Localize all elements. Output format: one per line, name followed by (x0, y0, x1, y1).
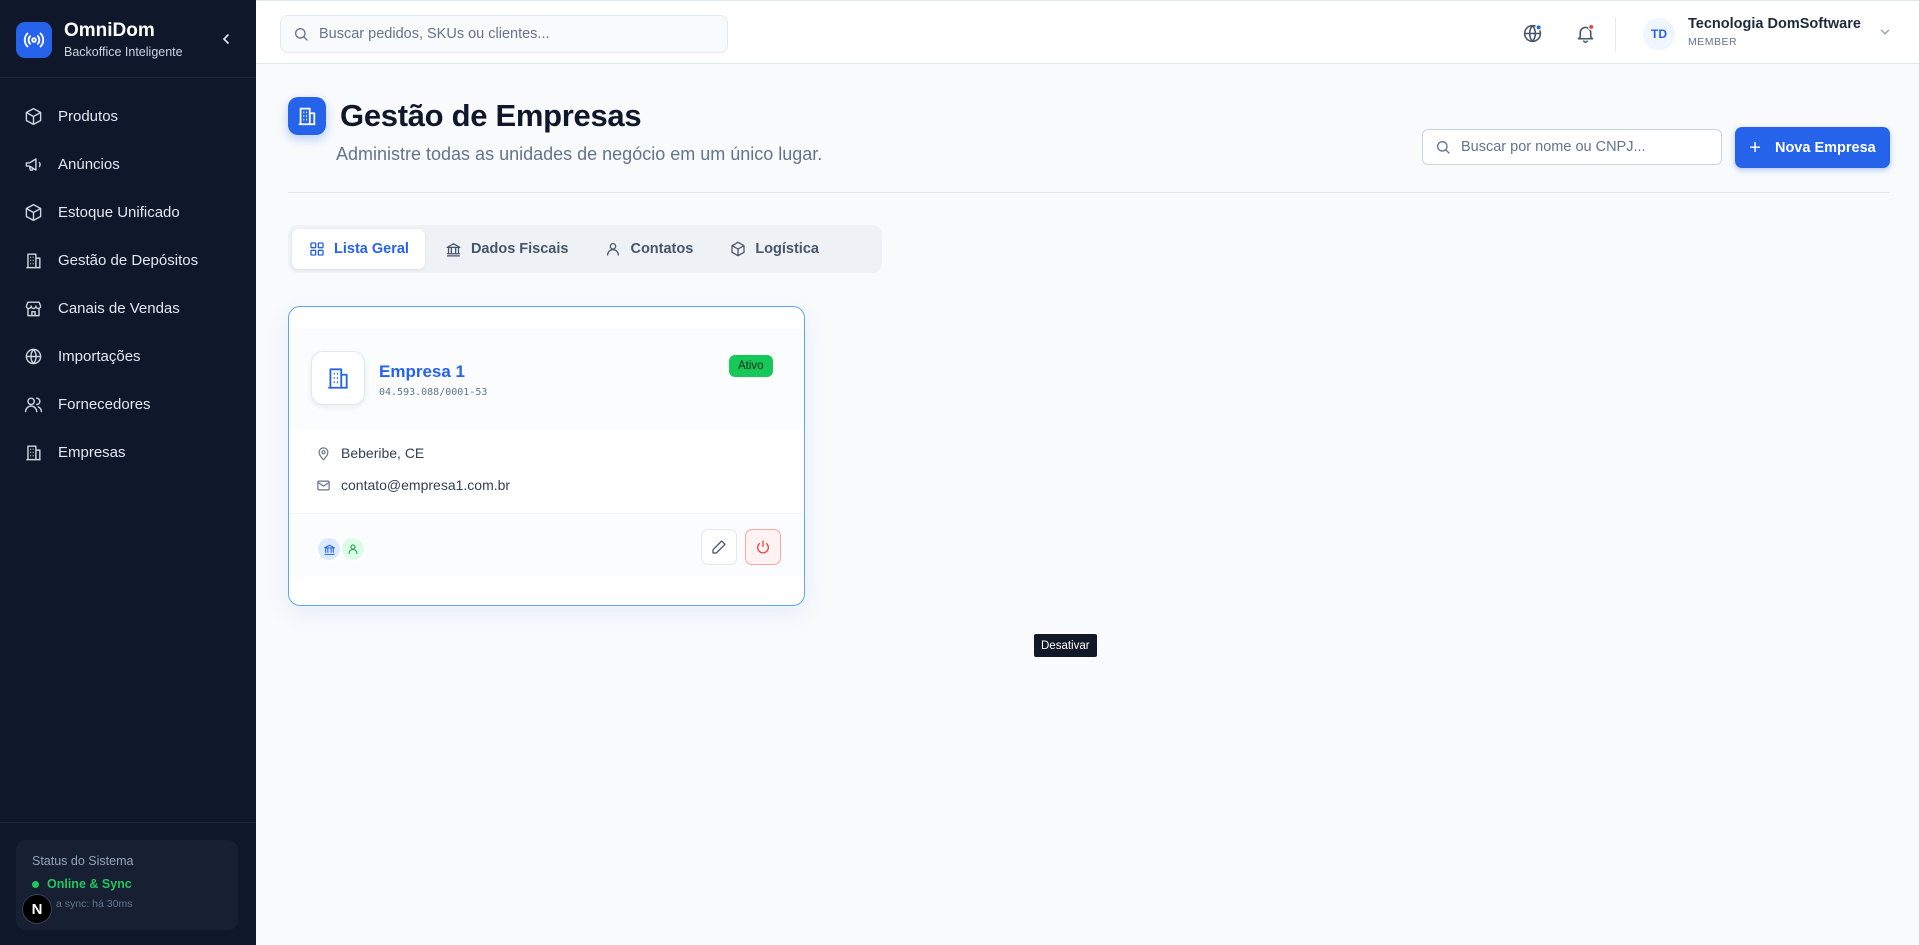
sidebar-item-fornecedores[interactable]: Fornecedores (12, 380, 244, 428)
building-icon (22, 441, 44, 463)
bank-icon (445, 240, 463, 258)
sidebar-item-label: Canais de Vendas (58, 299, 180, 317)
tabs: Lista Geral Dados Fiscais Contatos Logís… (288, 225, 882, 273)
collapse-sidebar-button[interactable] (215, 28, 237, 50)
broadcast-icon (16, 21, 52, 58)
deactivate-button[interactable] (745, 529, 781, 565)
status-dot-icon (32, 880, 39, 888)
users-icon (22, 393, 44, 415)
mail-icon (315, 477, 331, 493)
sidebar-divider (0, 822, 256, 823)
building-icon (288, 97, 326, 135)
sidebar-item-label: Produtos (58, 107, 119, 125)
building-icon (311, 351, 365, 405)
company-name[interactable]: Empresa 1 (379, 362, 465, 382)
user-menu-button[interactable] (1878, 25, 1894, 41)
pencil-icon (712, 540, 726, 554)
company-location: Beberibe, CE (315, 445, 424, 461)
company-card[interactable]: Empresa 1 04.593.088/0001-53 Ativo Beber… (288, 306, 805, 606)
sidebar-item-label: Empresas (58, 443, 126, 461)
building-icon (22, 249, 44, 271)
company-search[interactable] (1422, 129, 1722, 165)
company-search-input[interactable] (1461, 139, 1711, 155)
globe-icon (22, 345, 44, 367)
status-sync-time: a sync: há 30ms (56, 898, 133, 910)
global-search-input[interactable] (319, 26, 699, 42)
sidebar: OmniDom Backoffice Inteligente Produtos … (0, 0, 256, 945)
megaphone-icon (22, 153, 44, 175)
globe-icon (1523, 23, 1542, 42)
sidebar-item-label: Importações (58, 347, 141, 365)
user-icon (348, 544, 358, 555)
user-name[interactable]: Tecnologia DomSoftware (1688, 16, 1861, 32)
sidebar-item-canais-de-vendas[interactable]: Canais de Vendas (12, 284, 244, 332)
sidebar-item-produtos[interactable]: Produtos (12, 92, 244, 140)
map-pin-icon (315, 445, 331, 461)
status-title: Status do Sistema (32, 854, 134, 868)
sidebar-item-label: Anúncios (58, 155, 120, 173)
sidebar-divider (0, 77, 256, 78)
topbar: TD Tecnologia DomSoftware MEMBER (256, 0, 1919, 64)
company-cnpj: 04.593.088/0001-53 (379, 387, 488, 398)
tab-label: Dados Fiscais (470, 241, 569, 257)
company-email: contato@empresa1.com.br (315, 477, 510, 493)
tab-label: Lista Geral (334, 241, 409, 257)
status-badge: Ativo (729, 355, 773, 377)
dev-tools-badge[interactable]: N (22, 894, 52, 924)
sidebar-item-label: Gestão de Depósitos (58, 251, 199, 269)
sidebar-item-anuncios[interactable]: Anúncios (12, 140, 244, 188)
chevron-down-icon (1880, 29, 1890, 35)
sidebar-nav: Produtos Anúncios Estoque Unificado Gest… (12, 92, 244, 476)
edit-button[interactable] (701, 529, 737, 565)
language-button[interactable] (1520, 21, 1544, 45)
bank-icon (323, 544, 335, 555)
search-icon (295, 28, 308, 41)
box-icon (22, 201, 44, 223)
tab-dados-fiscais[interactable]: Dados Fiscais (429, 229, 585, 269)
new-company-label: Nova Empresa (1774, 139, 1876, 156)
global-search[interactable] (280, 15, 728, 53)
power-icon (757, 540, 769, 554)
sidebar-item-label: Estoque Unificado (58, 203, 180, 221)
box-icon (729, 240, 747, 258)
search-icon (1437, 141, 1450, 154)
sidebar-item-label: Fornecedores (58, 395, 151, 413)
status-state: Online & Sync (47, 877, 132, 891)
plus-icon: + (1749, 136, 1761, 159)
contact-indicator (340, 536, 366, 562)
sidebar-item-empresas[interactable]: Empresas (12, 428, 244, 476)
brand-name: OmniDom (64, 20, 155, 41)
box-icon (22, 105, 44, 127)
brand-subtitle: Backoffice Inteligente (64, 45, 183, 59)
main-content: Gestão de Empresas Administre todas as u… (256, 64, 1919, 945)
notifications-button[interactable] (1573, 21, 1597, 45)
topbar-divider (1615, 17, 1616, 51)
user-icon (604, 240, 622, 258)
store-icon (22, 297, 44, 319)
company-location-text: Beberibe, CE (341, 445, 425, 461)
bell-icon (1577, 23, 1594, 43)
status-online: Online & Sync (32, 877, 222, 891)
chevron-left-icon (222, 34, 229, 44)
avatar[interactable]: TD (1643, 18, 1675, 50)
new-company-button[interactable]: + Nova Empresa (1735, 127, 1890, 168)
page-subtitle: Administre todas as unidades de negócio … (336, 144, 823, 164)
sidebar-item-estoque-unificado[interactable]: Estoque Unificado (12, 188, 244, 236)
sidebar-item-gestao-de-depositos[interactable]: Gestão de Depósitos (12, 236, 244, 284)
tab-logistica[interactable]: Logística (713, 229, 835, 269)
fiscal-indicator (316, 536, 342, 562)
brand[interactable]: OmniDom Backoffice Inteligente (16, 20, 183, 59)
page-title: Gestão de Empresas (340, 98, 642, 133)
sidebar-item-importacoes[interactable]: Importações (12, 332, 244, 380)
deactivate-tooltip: Desativar (1034, 634, 1097, 657)
tab-contatos[interactable]: Contatos (588, 229, 709, 269)
tab-lista-geral[interactable]: Lista Geral (292, 229, 425, 269)
header-divider (288, 192, 1890, 193)
grid-icon (308, 240, 326, 258)
company-card-header (289, 329, 804, 429)
tab-label: Logística (755, 241, 819, 257)
tab-label: Contatos (630, 241, 694, 257)
company-email-text: contato@empresa1.com.br (341, 477, 511, 493)
user-role: MEMBER (1688, 36, 1738, 48)
